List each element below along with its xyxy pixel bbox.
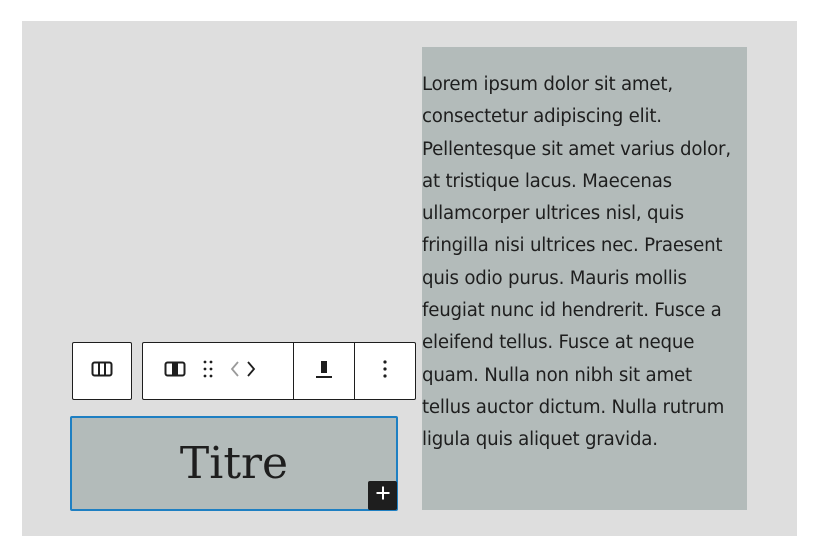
options-button[interactable] — [354, 343, 415, 399]
heading-block[interactable]: Titre — [70, 416, 398, 511]
drag-handle-icon — [202, 359, 214, 384]
column-icon — [164, 361, 186, 382]
vertical-alignment-button[interactable] — [293, 343, 354, 399]
block-type-button[interactable] — [163, 351, 187, 391]
chevron-left-icon — [230, 360, 240, 383]
block-toolbar — [142, 342, 416, 400]
select-parent-toolbar — [72, 342, 132, 400]
more-vertical-icon — [382, 359, 388, 384]
chevron-right-icon — [246, 360, 256, 383]
columns-icon — [91, 361, 113, 382]
heading-text[interactable]: Titre — [72, 438, 396, 490]
plus-icon — [375, 485, 391, 506]
block-toolbar-group-main — [143, 343, 293, 399]
paragraph-block[interactable]: Lorem ipsum dolor sit amet, consectetur … — [422, 69, 740, 457]
vertical-align-bottom-icon — [315, 359, 333, 384]
block-inserter-button[interactable] — [368, 481, 397, 510]
move-left-button[interactable] — [227, 351, 243, 391]
drag-handle-button[interactable] — [195, 351, 221, 391]
move-right-button[interactable] — [243, 351, 259, 391]
select-parent-columns-button[interactable] — [73, 343, 131, 399]
